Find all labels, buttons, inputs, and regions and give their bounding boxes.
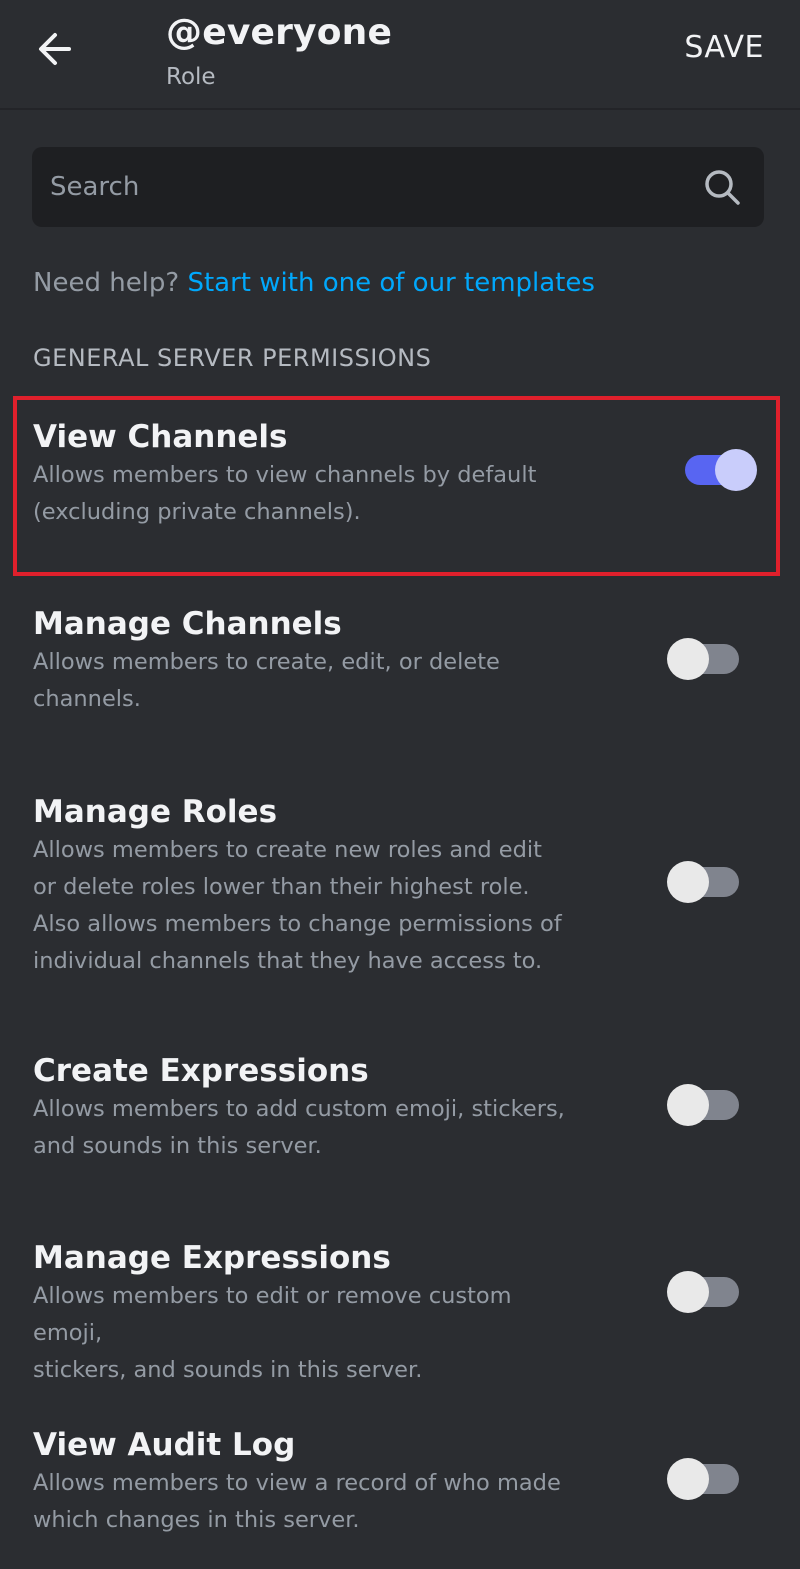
permission-description: Allows members to create new roles and e… xyxy=(33,832,573,980)
search-icon[interactable] xyxy=(702,167,742,207)
permission-row-view-audit-log[interactable]: View Audit Log Allows members to view a … xyxy=(33,1425,773,1539)
permission-description-line: which changes in this server. xyxy=(33,1507,360,1533)
section-header: GENERAL SERVER PERMISSIONS xyxy=(33,344,432,372)
search-bar xyxy=(32,147,764,227)
manage-channels-toggle[interactable] xyxy=(667,638,739,680)
permission-description-line: Allows members to view a record of who m… xyxy=(33,1470,561,1496)
permission-description-line: (excluding private channels). xyxy=(33,499,361,525)
toggle-knob xyxy=(667,1084,709,1126)
search-input[interactable] xyxy=(50,147,690,227)
toggle-knob xyxy=(667,638,709,680)
help-text: Need help? Start with one of our templat… xyxy=(33,268,595,298)
role-permissions-screen: @everyone Role SAVE Need help? Start wit… xyxy=(0,0,800,1569)
permission-title: View Channels xyxy=(33,419,288,455)
permission-description-line: individual channels that they have acces… xyxy=(33,948,543,974)
permission-description-line: Allows members to create, edit, or delet… xyxy=(33,649,500,675)
help-prefix: Need help? xyxy=(33,268,180,298)
manage-expressions-toggle[interactable] xyxy=(667,1271,739,1313)
permission-description-line: Allows members to add custom emoji, stic… xyxy=(33,1096,565,1122)
permission-title: View Audit Log xyxy=(33,1427,296,1463)
permission-description: Allows members to edit or remove custom … xyxy=(33,1278,573,1389)
permission-row-manage-expressions[interactable]: Manage Expressions Allows members to edi… xyxy=(33,1238,773,1389)
view-audit-log-toggle[interactable] xyxy=(667,1458,739,1500)
permission-description: Allows members to view a record of who m… xyxy=(33,1465,573,1539)
permission-description-line: Allows members to edit or remove custom … xyxy=(33,1283,512,1346)
permission-description-line: stickers, and sounds in this server. xyxy=(33,1357,423,1383)
permission-description: Allows members to add custom emoji, stic… xyxy=(33,1091,573,1165)
permission-title: Create Expressions xyxy=(33,1053,369,1089)
toggle-knob xyxy=(667,861,709,903)
toggle-knob xyxy=(667,1271,709,1313)
permission-description-line: and sounds in this server. xyxy=(33,1133,322,1159)
page-subtitle: Role xyxy=(166,64,216,90)
templates-link[interactable]: Start with one of our templates xyxy=(187,268,594,298)
permission-description-line: channels. xyxy=(33,686,141,712)
permission-description-line: Also allows members to change permission… xyxy=(33,911,562,937)
permission-description-line: or delete roles lower than their highest… xyxy=(33,874,530,900)
permission-description: Allows members to view channels by defau… xyxy=(33,457,573,531)
permission-description: Allows members to create, edit, or delet… xyxy=(33,644,573,718)
toggle-knob xyxy=(667,1458,709,1500)
page-title: @everyone xyxy=(166,12,393,53)
permission-title: Manage Channels xyxy=(33,606,342,642)
header-bar: @everyone Role SAVE xyxy=(0,0,800,110)
create-expressions-toggle[interactable] xyxy=(667,1084,739,1126)
back-button[interactable] xyxy=(30,24,80,74)
permission-title: Manage Roles xyxy=(33,794,278,830)
permission-title: Manage Expressions xyxy=(33,1240,391,1276)
manage-roles-toggle[interactable] xyxy=(667,861,739,903)
toggle-knob xyxy=(715,449,757,491)
save-button[interactable]: SAVE xyxy=(684,30,764,65)
permission-row-manage-channels[interactable]: Manage Channels Allows members to create… xyxy=(33,604,773,718)
permission-row-manage-roles[interactable]: Manage Roles Allows members to create ne… xyxy=(33,792,773,980)
permission-description-line: Allows members to view channels by defau… xyxy=(33,462,537,488)
view-channels-toggle[interactable] xyxy=(685,449,757,491)
permission-row-create-expressions[interactable]: Create Expressions Allows members to add… xyxy=(33,1051,773,1165)
arrow-left-icon xyxy=(39,33,71,65)
permission-row-view-channels[interactable]: View Channels Allows members to view cha… xyxy=(33,417,773,531)
permission-description-line: Allows members to create new roles and e… xyxy=(33,837,543,863)
